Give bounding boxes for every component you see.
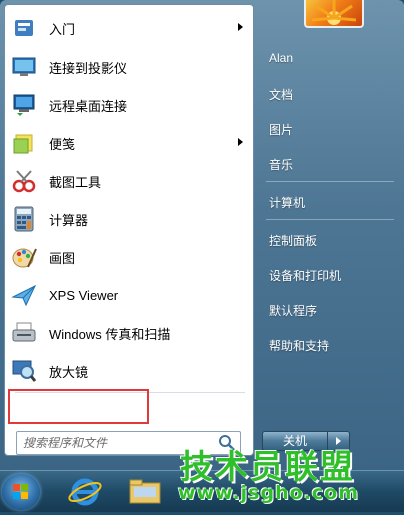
start-menu: 入门 连接到投影仪 远程桌面连接 便笺 截图工具 计算器 画图 XPS View… (0, 0, 404, 470)
calculator-icon (9, 204, 39, 234)
link-computer[interactable]: 计算机 (269, 194, 305, 211)
places-divider (266, 181, 394, 182)
program-label: 放大镜 (49, 364, 89, 380)
remote-desktop-icon (9, 90, 39, 120)
link-default-programs[interactable]: 默认程序 (269, 302, 317, 319)
program-item-snipping-tool[interactable]: 截图工具 (5, 163, 253, 199)
program-label: Windows 传真和扫描 (49, 326, 171, 342)
program-item-remote-desktop[interactable]: 远程桌面连接 (5, 87, 253, 123)
program-label: 截图工具 (49, 174, 102, 190)
link-devices-printers[interactable]: 设备和打印机 (269, 267, 341, 284)
link-pictures[interactable]: 图片 (269, 121, 293, 138)
watermark-url: www.jsgho.com (178, 482, 359, 504)
paint-icon (9, 242, 39, 272)
magnifier-icon (9, 356, 39, 386)
getting-started-icon (9, 13, 39, 43)
programs-pane: 入门 连接到投影仪 远程桌面连接 便笺 截图工具 计算器 画图 XPS View… (4, 4, 254, 456)
program-label: 入门 (49, 21, 76, 37)
program-item-magnifier[interactable]: 放大镜 (5, 353, 253, 389)
internet-explorer-icon (68, 478, 102, 506)
link-music[interactable]: 音乐 (269, 156, 293, 173)
program-label: 画图 (49, 250, 76, 266)
program-label: XPS Viewer (49, 287, 119, 303)
program-label: 远程桌面连接 (49, 98, 128, 114)
fax-scan-icon (9, 318, 39, 348)
xps-viewer-icon (9, 280, 39, 310)
highlight-annotation (8, 389, 149, 424)
program-item-paint[interactable]: 画图 (5, 239, 253, 275)
snipping-tool-icon (9, 166, 39, 196)
program-item-getting-started[interactable]: 入门 (5, 10, 253, 46)
windows-logo-icon (13, 484, 28, 499)
taskbar-ie-button[interactable] (62, 473, 108, 510)
link-control-panel[interactable]: 控制面板 (269, 232, 317, 249)
program-item-xps-viewer[interactable]: XPS Viewer (5, 277, 253, 313)
projector-icon (9, 52, 39, 82)
watermark-title: 技术员联盟 (180, 447, 355, 486)
program-label: 连接到投影仪 (49, 60, 128, 76)
folder-icon (129, 479, 161, 504)
watermark: 技术员联盟 www.jsgho.com (176, 440, 402, 506)
places-divider (266, 219, 394, 220)
program-item-projector[interactable]: 连接到投影仪 (5, 49, 253, 85)
sticky-notes-icon (9, 128, 39, 158)
submenu-arrow-icon[interactable] (238, 138, 243, 146)
program-label: 便笺 (49, 136, 76, 152)
program-item-calculator[interactable]: 计算器 (5, 201, 253, 237)
program-label: 计算器 (49, 212, 89, 228)
link-user-folder[interactable]: Alan (269, 51, 293, 65)
link-documents[interactable]: 文档 (269, 86, 293, 103)
start-button[interactable] (2, 474, 40, 510)
program-item-fax-scan[interactable]: Windows 传真和扫描 (5, 315, 253, 351)
link-help-support[interactable]: 帮助和支持 (269, 337, 329, 354)
taskbar-explorer-button[interactable] (122, 473, 168, 510)
places-pane: Alan 文档 图片 音乐 计算机 控制面板 设备和打印机 默认程序 帮助和支持 (254, 0, 404, 470)
program-item-sticky-notes[interactable]: 便笺 (5, 125, 253, 161)
submenu-arrow-icon[interactable] (238, 23, 243, 31)
